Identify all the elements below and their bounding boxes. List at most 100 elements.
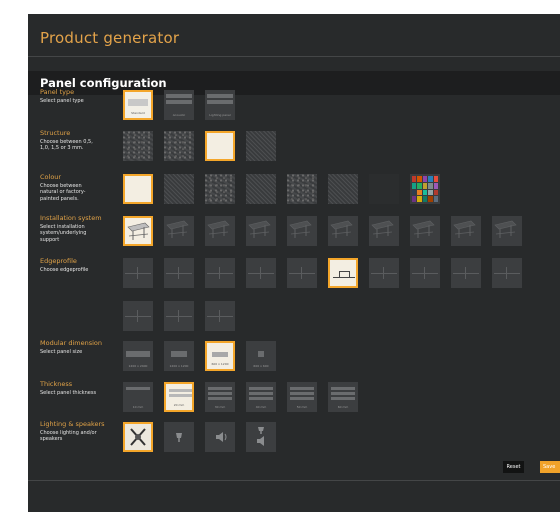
thickness-layer [208,392,232,395]
panel-type-option-label: Standard [131,111,145,115]
panel-type-option-label: Lighting panel [209,113,231,117]
modular-dimension-description: Select panel size [40,349,83,355]
panel-type-option-label: Acoustic [172,113,186,117]
profile-line [219,310,220,322]
profile-line [289,273,315,274]
colour-option[interactable] [164,174,194,204]
installation-system-option[interactable] [205,216,235,246]
installation-system-icon [248,220,271,238]
section-modular-dimension: Modular dimension Select panel size [40,339,122,355]
colour-swatch [433,176,438,182]
thickness-layer [331,387,355,390]
structure-option[interactable] [246,131,276,161]
modular-dimension-option[interactable]: 600 x 600 [246,341,276,371]
installation-system-icon [166,220,189,238]
save-button[interactable]: Save [540,461,560,473]
edgeprofile-option[interactable] [205,301,235,331]
lighting-option-none[interactable] [123,422,153,452]
edgeprofile-option[interactable] [164,258,194,288]
colour-palette-swatches [412,176,438,202]
installation-system-option[interactable] [123,216,153,246]
app-title: Product generator [40,29,180,47]
thickness-option[interactable]: 50 mm [287,382,317,412]
profile-line [260,267,261,279]
installation-system-option[interactable] [328,216,358,246]
installation-system-option[interactable] [492,216,522,246]
thickness-option[interactable]: 40 mm [246,382,276,412]
lighting-option-speaker[interactable] [205,422,235,452]
lighting-speakers-title: Lighting & speakers [40,420,105,428]
thickness-label: 40 mm [255,405,267,409]
edgeprofile-option[interactable] [369,258,399,288]
colour-option[interactable] [328,174,358,204]
modular-dimension-option[interactable]: 600 x 1200 [205,341,235,371]
colour-swatch [412,189,417,196]
edgeprofile-option[interactable] [451,258,481,288]
installation-system-icon [207,220,230,238]
panel-thumbnail [166,94,192,98]
colour-option[interactable] [205,174,235,204]
edgeprofile-option[interactable] [328,258,358,288]
modular-dimension-label: 1200 x 2400 [128,364,148,368]
profile-line [137,310,138,322]
edgeprofile-option[interactable] [123,258,153,288]
colour-option[interactable] [246,174,276,204]
thickness-label: 50 mm [296,405,308,409]
thickness-option[interactable]: 60 mm [328,382,358,412]
installation-system-option[interactable] [246,216,276,246]
lighting-option-light-and-speaker[interactable] [246,422,276,452]
installation-system-option[interactable] [369,216,399,246]
modular-dimension-option[interactable]: 1200 x 1200 [164,341,194,371]
thickness-layer [249,392,273,395]
installation-system-icon [412,220,435,238]
lighting-option-light[interactable] [164,422,194,452]
thickness-option[interactable]: 10 mm [123,382,153,412]
profile-line [178,310,179,322]
panel-type-option[interactable]: Standard [123,90,153,120]
thickness-layer [290,397,314,400]
installation-system-option[interactable] [451,216,481,246]
thickness-option[interactable]: 20 mm [164,382,194,412]
structure-option[interactable] [123,131,153,161]
reset-button[interactable]: Reset [503,461,524,473]
profile-line [301,267,302,279]
colour-option[interactable] [287,174,317,204]
panel-type-option[interactable]: Acoustic [164,90,194,120]
section-panel-type: Panel type Select panel type [40,88,122,104]
profile-line [166,273,192,274]
edgeprofile-option[interactable] [246,258,276,288]
colour-palette-option[interactable] [410,174,440,204]
edgeprofile-option[interactable] [492,258,522,288]
panel-type-option[interactable]: Lighting panel [205,90,235,120]
edgeprofile-option[interactable] [205,258,235,288]
profile-line [506,267,507,279]
structure-option[interactable] [164,131,194,161]
modular-dimension-option[interactable]: 1200 x 2400 [123,341,153,371]
profile-line [166,316,192,317]
profile-line [207,273,233,274]
colour-swatch [417,196,422,202]
thickness-layer [290,387,314,390]
thickness-layer [208,387,232,390]
structure-description: Choose between 0,5, 1,0, 1,5 or 3 mm. [40,139,93,152]
colour-swatch [433,189,438,196]
thickness-layer [290,392,314,395]
structure-option[interactable] [205,131,235,161]
edgeprofile-option[interactable] [123,301,153,331]
thickness-label: 60 mm [337,405,349,409]
thickness-option[interactable]: 30 mm [205,382,235,412]
profile-line [494,273,520,274]
edgeprofile-option[interactable] [164,301,194,331]
footer-divider [28,480,560,481]
panel-thumbnail [207,94,233,98]
colour-swatch [417,189,422,196]
colour-option[interactable] [123,174,153,204]
edgeprofile-option[interactable] [287,258,317,288]
panel-thumbnail [258,351,264,357]
edgeprofile-option[interactable] [410,258,440,288]
colour-option[interactable] [369,174,399,204]
colour-description: Choose between natural or factory- paint… [40,183,86,202]
installation-system-option[interactable] [410,216,440,246]
installation-system-option[interactable] [287,216,317,246]
installation-system-option[interactable] [164,216,194,246]
